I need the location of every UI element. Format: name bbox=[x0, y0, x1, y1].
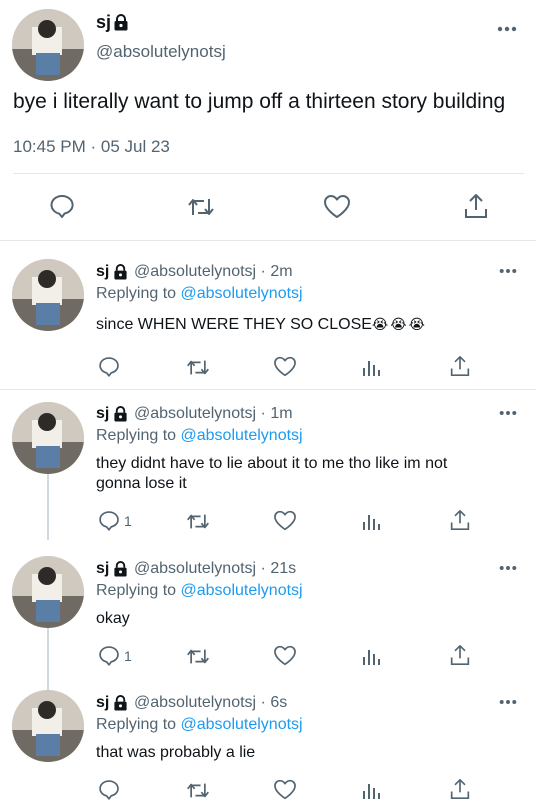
display-name[interactable]: sj bbox=[96, 12, 111, 33]
replying-to: Replying to @absolutelynotsj bbox=[96, 716, 303, 734]
reply-icon[interactable] bbox=[98, 645, 120, 666]
divider bbox=[13, 173, 524, 174]
lock-icon bbox=[113, 14, 129, 31]
more-icon[interactable] bbox=[499, 410, 517, 416]
views-icon[interactable] bbox=[361, 646, 381, 666]
reply-meta: @absolutelynotsj · 1m bbox=[134, 405, 293, 423]
avatar[interactable] bbox=[12, 9, 84, 81]
replying-to-link[interactable]: @absolutelynotsj bbox=[181, 716, 303, 733]
reply-text-line-2: gonna lose it bbox=[96, 475, 187, 492]
divider bbox=[0, 389, 536, 390]
time-ago[interactable]: · 1m bbox=[261, 405, 293, 422]
share-icon[interactable] bbox=[450, 509, 470, 531]
views-icon[interactable] bbox=[361, 357, 381, 377]
reply-icon[interactable] bbox=[98, 779, 120, 800]
time-ago[interactable]: · 2m bbox=[261, 263, 293, 280]
views-icon[interactable] bbox=[361, 511, 381, 531]
retweet-icon[interactable] bbox=[186, 512, 210, 531]
replying-prefix: Replying to bbox=[96, 582, 177, 599]
more-icon[interactable] bbox=[499, 699, 517, 705]
replying-to-link[interactable]: @absolutelynotsj bbox=[181, 285, 303, 302]
tweet-text: bye i literally want to jump off a thirt… bbox=[13, 90, 506, 113]
retweet-icon[interactable] bbox=[186, 358, 210, 377]
display-name[interactable]: sj bbox=[96, 263, 109, 281]
reply-icon[interactable] bbox=[98, 356, 120, 377]
like-icon[interactable] bbox=[273, 779, 297, 800]
replying-prefix: Replying to bbox=[96, 716, 177, 733]
reply-text: since WHEN WERE THEY SO CLOSE😭😭😭 bbox=[96, 316, 427, 334]
like-icon[interactable] bbox=[273, 645, 297, 666]
handle[interactable]: @absolutelynotsj bbox=[134, 263, 256, 280]
reply-meta: @absolutelynotsj · 21s bbox=[134, 560, 296, 578]
retweet-icon[interactable] bbox=[186, 647, 210, 666]
lock-icon bbox=[113, 695, 128, 711]
reply-meta: @absolutelynotsj · 6s bbox=[134, 694, 287, 712]
retweet-icon[interactable] bbox=[187, 196, 215, 218]
thread-line bbox=[47, 624, 49, 690]
like-icon[interactable] bbox=[273, 510, 297, 531]
display-name[interactable]: sj bbox=[96, 560, 109, 578]
timestamp[interactable]: 10:45 PM · 05 Jul 23 bbox=[13, 137, 170, 157]
share-icon[interactable] bbox=[450, 644, 470, 666]
reply-text: that was probably a lie bbox=[96, 744, 256, 761]
more-icon[interactable] bbox=[499, 268, 517, 274]
lock-icon bbox=[113, 264, 128, 280]
replying-to: Replying to @absolutelynotsj bbox=[96, 285, 303, 303]
divider bbox=[0, 240, 536, 241]
reply-icon[interactable] bbox=[98, 510, 120, 531]
lock-icon bbox=[113, 561, 128, 577]
share-icon[interactable] bbox=[450, 778, 470, 800]
handle[interactable]: @absolutelynotsj bbox=[134, 560, 256, 577]
handle[interactable]: @absolutelynotsj bbox=[96, 42, 226, 62]
replying-prefix: Replying to bbox=[96, 285, 177, 302]
replying-prefix: Replying to bbox=[96, 427, 177, 444]
reply-count: 1 bbox=[124, 513, 132, 529]
share-icon[interactable] bbox=[464, 193, 488, 219]
more-icon[interactable] bbox=[497, 26, 517, 32]
avatar[interactable] bbox=[12, 690, 84, 762]
replying-to-link[interactable]: @absolutelynotsj bbox=[181, 427, 303, 444]
avatar[interactable] bbox=[12, 556, 84, 628]
reply-text: okay bbox=[96, 610, 130, 627]
retweet-icon[interactable] bbox=[186, 781, 210, 800]
time-ago[interactable]: · 6s bbox=[261, 694, 288, 711]
reply-icon[interactable] bbox=[49, 194, 75, 218]
time-ago[interactable]: · 21s bbox=[261, 560, 297, 577]
avatar[interactable] bbox=[12, 402, 84, 474]
reply-text-body: since WHEN WERE THEY SO CLOSE bbox=[96, 316, 372, 333]
replying-to: Replying to @absolutelynotsj bbox=[96, 582, 303, 600]
like-icon[interactable] bbox=[273, 356, 297, 377]
thread-line bbox=[47, 470, 49, 540]
views-icon[interactable] bbox=[361, 780, 381, 800]
lock-icon bbox=[113, 406, 128, 422]
handle[interactable]: @absolutelynotsj bbox=[134, 694, 256, 711]
avatar[interactable] bbox=[12, 259, 84, 331]
handle[interactable]: @absolutelynotsj bbox=[134, 405, 256, 422]
reply-text-line-1: they didnt have to lie about it to me th… bbox=[96, 455, 448, 472]
more-icon[interactable] bbox=[499, 565, 517, 571]
replying-to-link[interactable]: @absolutelynotsj bbox=[181, 582, 303, 599]
reply-meta: @absolutelynotsj · 2m bbox=[134, 263, 293, 281]
like-icon[interactable] bbox=[323, 194, 351, 219]
share-icon[interactable] bbox=[450, 355, 470, 377]
replying-to: Replying to @absolutelynotsj bbox=[96, 427, 303, 445]
reply-count: 1 bbox=[124, 648, 132, 664]
display-name[interactable]: sj bbox=[96, 405, 109, 423]
display-name[interactable]: sj bbox=[96, 694, 109, 712]
crying-emoji: 😭😭😭 bbox=[371, 316, 427, 332]
